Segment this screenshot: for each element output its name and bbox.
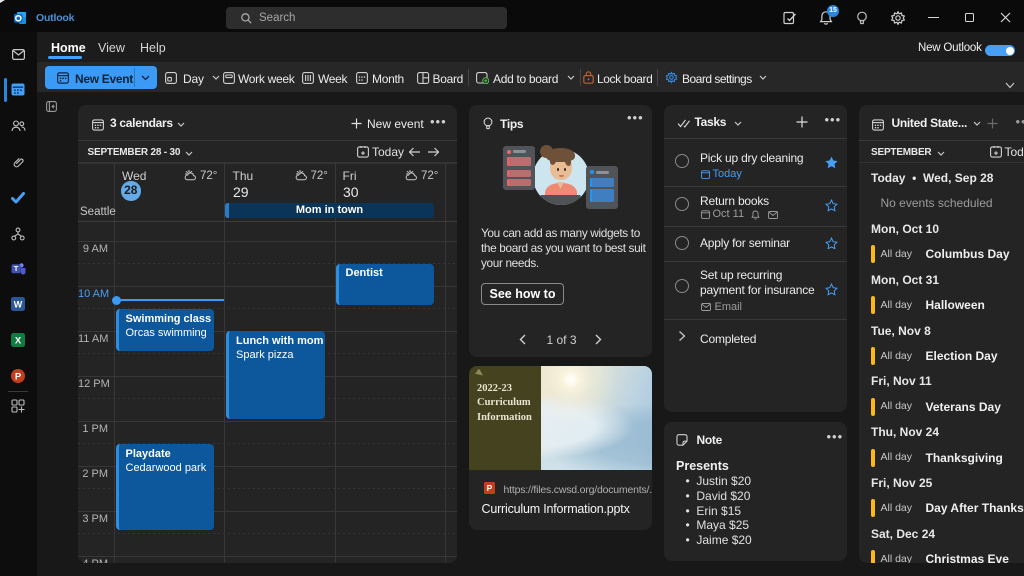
svg-text:X: X bbox=[15, 336, 22, 347]
svg-text:T: T bbox=[14, 264, 19, 273]
svg-text:W: W bbox=[14, 300, 23, 310]
svg-text:P: P bbox=[486, 483, 492, 493]
svg-text:P: P bbox=[15, 371, 22, 382]
